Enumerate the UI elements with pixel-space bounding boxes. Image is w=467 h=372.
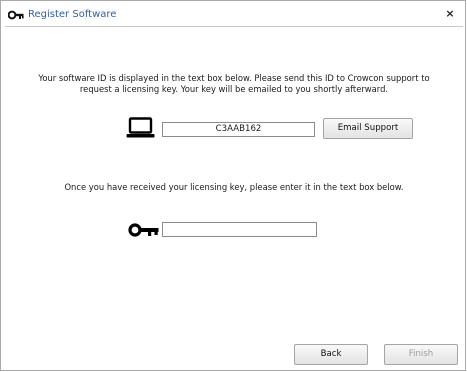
software-id-field[interactable]: C3AAB162 — [162, 122, 315, 137]
title-bar: Register Software × — [5, 5, 463, 27]
license-key-input[interactable] — [162, 222, 317, 237]
laptop-icon — [126, 117, 155, 138]
close-button[interactable]: × — [443, 7, 457, 21]
key-icon — [128, 223, 159, 237]
info-line-1: Your software ID is displayed in the tex… — [38, 73, 430, 83]
back-button[interactable]: Back — [294, 344, 368, 365]
license-instruction: Once you have received your licensing ke… — [64, 182, 404, 192]
register-software-dialog: Register Software × Your software ID is … — [0, 0, 466, 371]
dialog-title: Register Software — [28, 9, 117, 20]
info-line-2: request a licensing key. Your key will b… — [79, 84, 389, 94]
key-icon — [8, 10, 24, 20]
info-text: Your software ID is displayed in the tex… — [25, 73, 443, 95]
finish-button[interactable]: Finish — [384, 344, 458, 365]
email-support-button[interactable]: Email Support — [323, 118, 413, 139]
